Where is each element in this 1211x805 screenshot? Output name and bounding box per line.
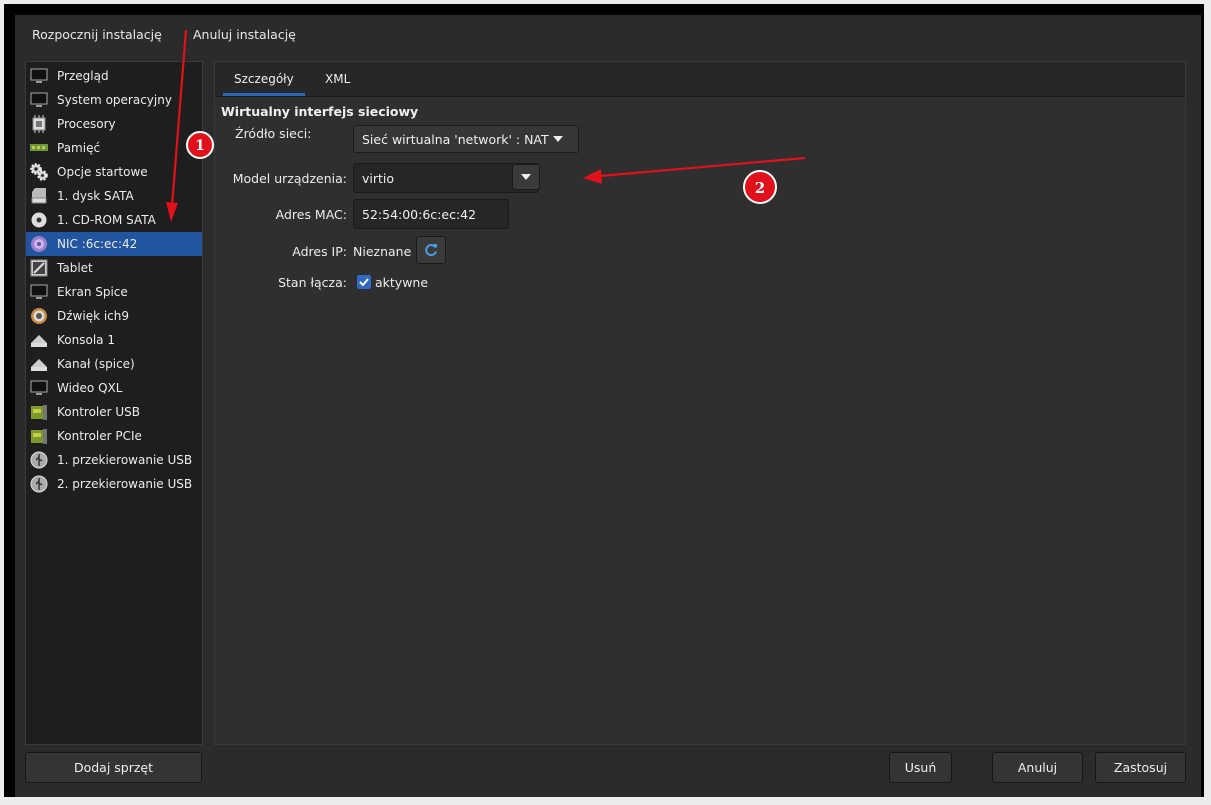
gears-icon: [30, 163, 48, 181]
cancel-install-button[interactable]: Anuluj instalację: [193, 27, 296, 42]
tab-xml[interactable]: XML: [325, 72, 350, 86]
sidebar-item-usb-controller[interactable]: Kontroler USB: [26, 400, 202, 424]
network-source-value: Sieć wirtualna 'network' : NAT: [362, 131, 549, 147]
controller-icon: [30, 403, 48, 421]
network-source-label: Źródło sieci:: [235, 126, 312, 141]
sidebar-item-spice-display[interactable]: Ekran Spice: [26, 280, 202, 304]
usb-icon: [30, 475, 48, 493]
hardware-list: Przegląd System operacyjny Procesory Pam…: [25, 61, 203, 745]
cdrom-icon: [30, 211, 48, 229]
sidebar-item-tablet[interactable]: Tablet: [26, 256, 202, 280]
link-state-value: aktywne: [375, 275, 429, 290]
disk-icon: [30, 187, 48, 205]
monitor-icon: [30, 91, 48, 109]
sidebar-item-boot-options[interactable]: Opcje startowe: [26, 160, 202, 184]
sidebar-item-label: Dźwięk ich9: [57, 309, 130, 323]
sidebar-item-label: 1. przekierowanie USB: [57, 453, 193, 467]
sidebar-item-os[interactable]: System operacyjny: [26, 88, 202, 112]
window-frame: Rozpocznij instalację Anuluj instalację …: [4, 4, 1204, 797]
tab-details[interactable]: Szczegóły: [234, 72, 294, 86]
mac-label: Adres MAC:: [275, 207, 347, 222]
refresh-ip-button[interactable]: [416, 236, 446, 264]
sidebar-item-label: Kontroler USB: [57, 405, 141, 419]
memory-icon: [30, 139, 48, 157]
sidebar-item-label: Kanał (spice): [57, 357, 135, 371]
refresh-icon: [424, 243, 438, 257]
monitor-icon: [30, 283, 48, 301]
link-state-checkbox[interactable]: [357, 275, 371, 289]
add-hardware-button[interactable]: Dodaj sprzęt: [25, 752, 202, 783]
sidebar-item-label: Konsola 1: [57, 333, 115, 347]
vm-config-window: Rozpocznij instalację Anuluj instalację …: [15, 15, 1201, 797]
usb-icon: [30, 451, 48, 469]
sidebar-item-label: Ekran Spice: [57, 285, 128, 299]
sidebar-item-video[interactable]: Wideo QXL: [26, 376, 202, 400]
sidebar-item-nic[interactable]: NIC :6c:ec:42: [26, 232, 202, 256]
toolbar: Rozpocznij instalację Anuluj instalację: [15, 15, 1201, 55]
sidebar-item-cdrom[interactable]: 1. CD-ROM SATA: [26, 208, 202, 232]
remove-button[interactable]: Usuń: [889, 752, 952, 783]
sidebar-item-label: 2. przekierowanie USB: [57, 477, 193, 491]
ip-label: Adres IP:: [292, 244, 347, 259]
tab-bar: Szczegóły XML: [215, 62, 1185, 97]
nic-icon: [30, 235, 48, 253]
sidebar-item-pcie-controller[interactable]: Kontroler PCIe: [26, 424, 202, 448]
sidebar-item-console[interactable]: Konsola 1: [26, 328, 202, 352]
sidebar-item-label: Wideo QXL: [57, 381, 123, 395]
sidebar-item-overview[interactable]: Przegląd: [26, 64, 202, 88]
sidebar-item-label: NIC :6c:ec:42: [57, 237, 138, 251]
network-source-select[interactable]: Sieć wirtualna 'network' : NAT: [353, 125, 579, 153]
sidebar-item-label: 1. CD-ROM SATA: [57, 213, 156, 227]
mac-address-input[interactable]: 52:54:00:6c:ec:42: [353, 199, 509, 229]
sidebar-item-label: 1. dysk SATA: [57, 189, 134, 203]
serial-icon: [30, 355, 48, 373]
sidebar-item-spice-channel[interactable]: Kanał (spice): [26, 352, 202, 376]
device-model-dropdown-button[interactable]: [512, 164, 540, 190]
sidebar-item-label: Pamięć: [57, 141, 101, 155]
sidebar-item-label: Przegląd: [57, 69, 109, 83]
chevron-down-icon: [521, 174, 531, 180]
cpu-icon: [30, 115, 48, 133]
check-icon: [359, 278, 369, 286]
sidebar-item-label: Tablet: [57, 261, 93, 275]
apply-button[interactable]: Zastosuj: [1095, 752, 1186, 783]
speaker-icon: [30, 307, 48, 325]
chevron-down-icon: [552, 136, 563, 142]
tablet-icon: [30, 259, 48, 277]
active-tab-indicator: [223, 93, 305, 96]
sidebar-item-sound[interactable]: Dźwięk ich9: [26, 304, 202, 328]
start-install-button[interactable]: Rozpocznij instalację: [32, 27, 162, 42]
sidebar-item-label: Kontroler PCIe: [57, 429, 142, 443]
serial-icon: [30, 331, 48, 349]
sidebar-item-label: Procesory: [57, 117, 116, 131]
section-title: Wirtualny interfejs sieciowy: [221, 104, 419, 119]
device-model-label: Model urządzenia:: [232, 171, 347, 186]
ip-value: Nieznane: [353, 244, 412, 259]
link-state-label: Stan łącza:: [278, 275, 347, 290]
cancel-button[interactable]: Anuluj: [992, 752, 1083, 783]
sidebar-item-sata-disk[interactable]: 1. dysk SATA: [26, 184, 202, 208]
sidebar-item-usb-redirect-1[interactable]: 1. przekierowanie USB: [26, 448, 202, 472]
sidebar-item-usb-redirect-2[interactable]: 2. przekierowanie USB: [26, 472, 202, 496]
monitor-icon: [30, 67, 48, 85]
sidebar-item-label: System operacyjny: [57, 93, 172, 107]
controller-icon: [30, 427, 48, 445]
sidebar-item-cpus[interactable]: Procesory: [26, 112, 202, 136]
sidebar-item-memory[interactable]: Pamięć: [26, 136, 202, 160]
monitor-icon: [30, 379, 48, 397]
details-panel: Szczegóły XML Wirtualny interfejs siecio…: [214, 61, 1186, 745]
sidebar-item-label: Opcje startowe: [57, 165, 148, 179]
